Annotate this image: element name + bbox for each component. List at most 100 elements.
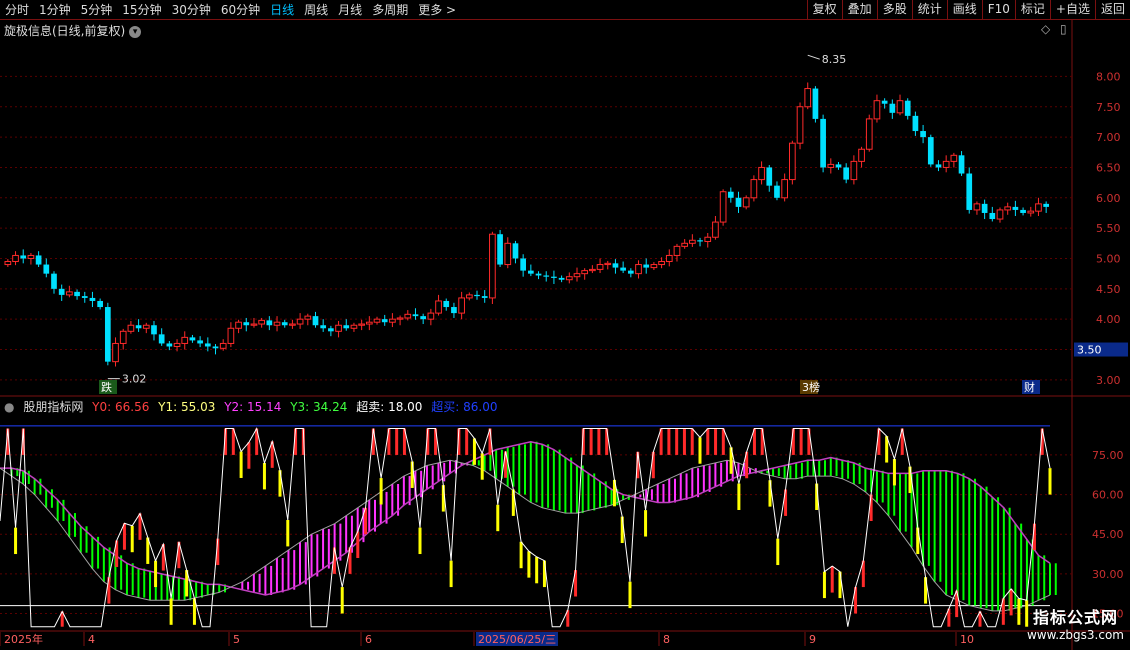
logo-title: 指标公式网 (1032, 608, 1118, 627)
candle-body (212, 346, 219, 349)
price-tick-label: 4.00 (1096, 313, 1121, 326)
price-tick-label: 5.00 (1096, 252, 1121, 265)
event-marker-label: 财 (1024, 380, 1035, 394)
candle-body (81, 296, 88, 298)
candle-body (865, 118, 873, 150)
candle-body (750, 179, 758, 199)
candle-body (20, 255, 27, 259)
candle-body (873, 100, 881, 120)
candle-body (512, 243, 519, 259)
candle-body (74, 291, 80, 297)
candle-body (727, 191, 734, 198)
candle-body (612, 263, 619, 268)
candle-body (774, 185, 780, 198)
candle-body (427, 312, 435, 320)
candle-body (735, 197, 742, 207)
candle-body (881, 100, 888, 104)
candle-body (365, 321, 373, 325)
candle-body (181, 336, 189, 344)
candle-body (658, 261, 665, 266)
candle-body (904, 100, 911, 116)
candle-body (235, 321, 242, 329)
candle-body (981, 203, 988, 213)
candle-body (1020, 209, 1026, 213)
candle-body (12, 254, 19, 263)
site-logo: 指标公式网 www.zbgs3.com (1027, 604, 1124, 642)
candle-body (166, 343, 173, 347)
candle-body (119, 330, 127, 344)
candle-body (843, 167, 850, 180)
candle-body (643, 264, 650, 268)
price-tick-label: 4.50 (1096, 283, 1121, 296)
candle-body (173, 342, 181, 347)
candle-body (343, 325, 350, 329)
time-axis-label: 9 (809, 633, 816, 646)
current-price-label: 3.50 (1077, 344, 1102, 357)
indicator-tick-label: 75.00 (1092, 449, 1124, 462)
candle-body (689, 239, 696, 244)
candle-body (650, 264, 658, 269)
candle-body (412, 314, 419, 317)
candle-body (719, 191, 727, 223)
candle-body (504, 242, 512, 266)
candle-body (97, 300, 103, 308)
candle-body (396, 317, 404, 320)
candle-body (127, 324, 135, 332)
candle-body (197, 340, 203, 344)
candle-body (420, 316, 427, 320)
candle-body (389, 318, 396, 323)
candle-body (604, 262, 612, 266)
candle-body (920, 131, 926, 138)
candle-body (258, 319, 266, 325)
candle-body (704, 236, 712, 242)
candle-body (266, 320, 273, 326)
candle-body (289, 323, 296, 326)
candle-body (35, 255, 42, 265)
candle-body (635, 264, 642, 275)
candle-body (520, 258, 526, 271)
candle-body (458, 297, 465, 314)
candle-body (104, 307, 111, 362)
candle-body (989, 212, 996, 220)
candle-body (350, 324, 358, 329)
candle-body (620, 267, 626, 271)
candle-body (27, 254, 35, 259)
low-price-label: 3.02 (122, 373, 146, 386)
candle-body (489, 233, 496, 299)
candle-body (565, 276, 573, 281)
candle-body (158, 334, 165, 344)
logo-url: www.zbgs3.com (1026, 628, 1124, 642)
candle-body (1043, 203, 1049, 207)
candle-body (328, 328, 334, 332)
time-axis-label: 8 (663, 633, 670, 646)
candle-body (835, 164, 842, 168)
candle-body (535, 273, 542, 276)
price-tick-label: 6.00 (1096, 192, 1121, 205)
candle-body (528, 270, 534, 274)
candle-body (312, 316, 319, 326)
candle-body (89, 297, 96, 301)
candle-body (435, 300, 442, 314)
high-marker-pointer (807, 54, 820, 60)
time-axis-label: 4 (88, 633, 95, 646)
candle-body (43, 264, 50, 274)
candle-body (712, 221, 719, 238)
candle-body (558, 277, 565, 280)
indicator-tick-label: 60.00 (1092, 489, 1124, 502)
candle-body (665, 254, 673, 263)
stock-chart-canvas[interactable]: 8.00 7.50 7.00 6.50 6.00 5.50 5.00 4.50 4.00 3.50… (0, 0, 1130, 650)
price-tick-label: 3.00 (1096, 374, 1121, 387)
candle-body (681, 242, 689, 247)
candle-body (543, 275, 550, 277)
candle-body (858, 148, 865, 162)
candle-body (404, 313, 412, 319)
candle-body (296, 318, 304, 325)
candle-body (627, 270, 634, 274)
event-marker-label: 3榜 (802, 380, 820, 394)
indicator-tick-label: 45.00 (1092, 528, 1124, 541)
candle-body (935, 164, 942, 168)
candle-body (697, 240, 703, 242)
candle-body (973, 203, 981, 211)
candle-body (151, 325, 157, 335)
candle-body (673, 245, 681, 256)
